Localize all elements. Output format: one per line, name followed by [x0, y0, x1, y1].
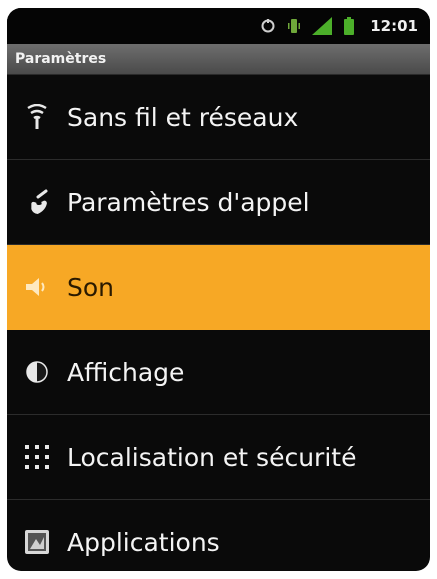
brightness-icon: [7, 360, 67, 384]
menu-item-display[interactable]: Affichage: [7, 330, 430, 415]
speaker-icon: [7, 276, 67, 298]
phone-icon: [7, 189, 67, 215]
sync-icon: [260, 18, 276, 34]
page-title: Paramètres: [15, 51, 107, 67]
menu-item-location-security[interactable]: Localisation et sécurité: [7, 415, 430, 500]
menu-item-label: Sans fil et réseaux: [67, 102, 299, 132]
applications-icon: [7, 529, 67, 555]
status-time: 12:01: [370, 17, 418, 35]
menu-item-sound[interactable]: Son: [7, 245, 430, 330]
menu-item-label: Applications: [67, 527, 220, 557]
wifi-icon: [7, 104, 67, 130]
settings-menu: Sans fil et réseaux Paramètres d'appel S…: [7, 75, 430, 571]
menu-item-label: Son: [67, 272, 115, 302]
signal-icon: [312, 17, 333, 35]
settings-title-bar: Paramètres: [7, 44, 430, 75]
location-grid-icon: [7, 444, 67, 470]
menu-item-label: Localisation et sécurité: [67, 442, 357, 472]
battery-icon: [344, 17, 355, 35]
menu-item-applications[interactable]: Applications: [7, 500, 430, 571]
status-bar: 12:01: [7, 8, 430, 44]
menu-item-call-settings[interactable]: Paramètres d'appel: [7, 160, 430, 245]
menu-item-label: Affichage: [67, 357, 185, 387]
menu-item-wireless-networks[interactable]: Sans fil et réseaux: [7, 75, 430, 160]
phone-screen: 12:01 Paramètres Sans fil et réseaux Par…: [7, 8, 430, 571]
menu-item-label: Paramètres d'appel: [67, 187, 310, 217]
vibrate-icon: [288, 17, 301, 35]
